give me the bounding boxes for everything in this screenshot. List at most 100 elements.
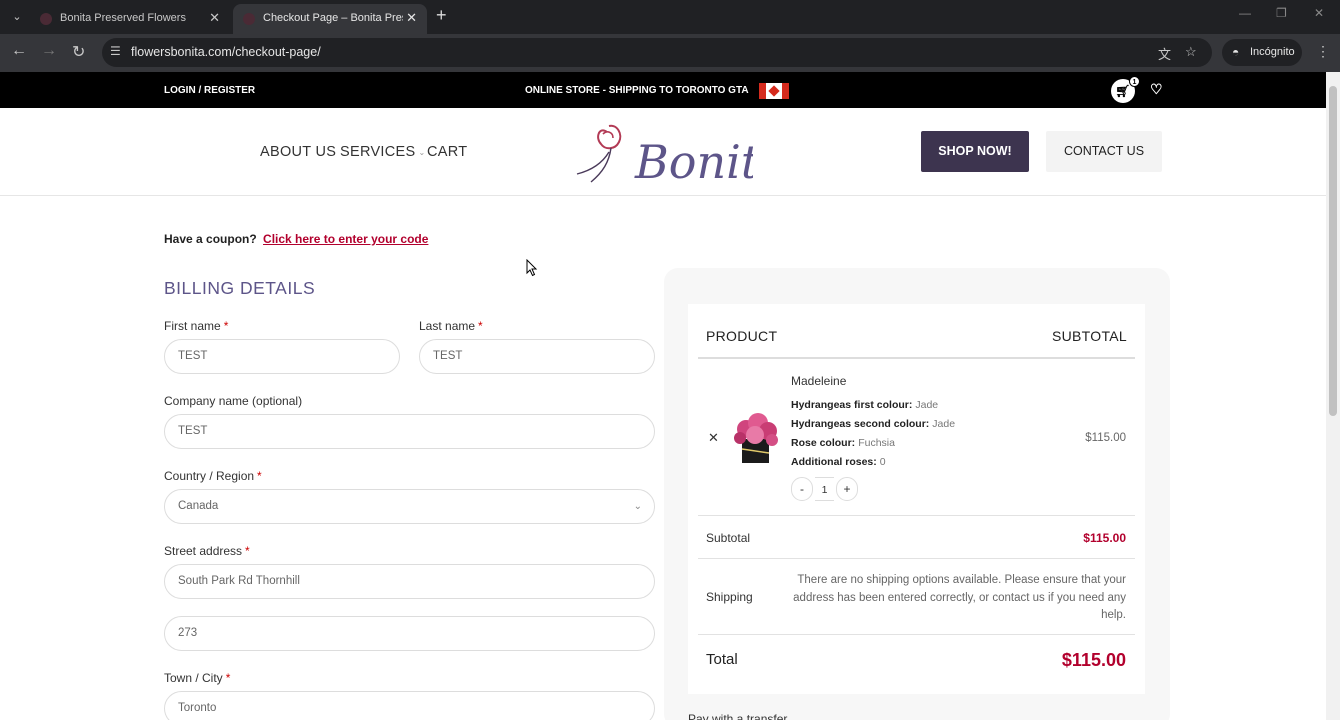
coupon-notice: Have a coupon? Click here to enter your … bbox=[164, 232, 428, 246]
country-label: Country / Region * bbox=[164, 469, 262, 483]
page-scrollbar[interactable] bbox=[1326, 72, 1340, 720]
payment-method-label: Pay with a transfer bbox=[688, 712, 788, 720]
city-label: Town / City * bbox=[164, 671, 230, 685]
incognito-icon: ◓ bbox=[1232, 45, 1240, 59]
logo-wordmark: Bonita bbox=[634, 135, 753, 189]
tab-checkout[interactable]: Checkout Page – Bonita Preserved Flowers… bbox=[233, 4, 427, 34]
translate-icon[interactable]: 文 bbox=[1158, 44, 1171, 63]
quantity-input[interactable]: 1 bbox=[815, 477, 834, 501]
browser-tab-bar: ⌄ Bonita Preserved Flowers ✕ Checkout Pa… bbox=[0, 0, 1340, 34]
window-close-icon[interactable]: ✕ bbox=[1314, 6, 1324, 20]
tab-title: Checkout Page – Bonita Preserved Flowers bbox=[263, 12, 403, 24]
product-attribute: Hydrangeas second colour: Jade bbox=[791, 418, 956, 430]
shipping-promo-text: ONLINE STORE - SHIPPING TO TORONTO GTA bbox=[525, 85, 749, 96]
billing-heading: BILLING DETAILS bbox=[164, 278, 316, 298]
product-name[interactable]: Madeleine bbox=[791, 374, 846, 388]
city-label-text: Town / City bbox=[164, 671, 223, 685]
required-marker: * bbox=[257, 469, 262, 483]
country-label-text: Country / Region bbox=[164, 469, 255, 483]
minimize-icon[interactable]: — bbox=[1239, 6, 1251, 20]
shop-now-button[interactable]: SHOP NOW! bbox=[921, 131, 1029, 172]
total-label: Total bbox=[706, 651, 738, 668]
country-select[interactable]: Canada ⌄ bbox=[164, 489, 655, 524]
street-label-text: Street address bbox=[164, 544, 243, 558]
restore-icon[interactable]: ❐ bbox=[1276, 6, 1287, 20]
city-input[interactable]: Toronto bbox=[164, 691, 655, 720]
incognito-indicator[interactable]: ◓ Incógnito bbox=[1222, 39, 1302, 66]
new-tab-icon[interactable]: + bbox=[436, 5, 447, 26]
coupon-prompt: Have a coupon? bbox=[164, 232, 257, 246]
close-tab-icon[interactable]: ✕ bbox=[209, 4, 220, 32]
line-item-price: $115.00 bbox=[1085, 432, 1126, 444]
tab-search-icon[interactable]: ⌄ bbox=[6, 7, 28, 27]
shipping-message: There are no shipping options available.… bbox=[793, 574, 1126, 621]
canada-flag-icon bbox=[759, 83, 789, 99]
required-marker: * bbox=[478, 319, 483, 333]
quantity-stepper: - 1 + bbox=[791, 476, 858, 503]
product-attribute: Additional roses: 0 bbox=[791, 456, 886, 468]
chevron-down-icon: ⌄ bbox=[418, 147, 426, 157]
page-viewport: LOGIN / REGISTER ONLINE STORE - SHIPPING… bbox=[0, 72, 1326, 720]
close-tab-icon[interactable]: ✕ bbox=[406, 4, 417, 32]
subtotal-value: $115.00 bbox=[1083, 531, 1126, 545]
url-text: flowersbonita.com/checkout-page/ bbox=[131, 45, 321, 59]
street-address-2-input[interactable]: 273 bbox=[164, 616, 655, 651]
reload-icon[interactable]: ↻ bbox=[72, 42, 85, 62]
first-name-input[interactable]: TEST bbox=[164, 339, 400, 374]
scrollbar-thumb[interactable] bbox=[1329, 86, 1337, 416]
subtotal-label: Subtotal bbox=[706, 531, 751, 545]
site-top-bar: LOGIN / REGISTER ONLINE STORE - SHIPPING… bbox=[0, 72, 1326, 108]
product-attribute: Hydrangeas first colour: Jade bbox=[791, 399, 939, 411]
back-icon[interactable]: ← bbox=[11, 42, 27, 60]
nav-about-us[interactable]: ABOUT US bbox=[260, 144, 336, 160]
tab-bonita-home[interactable]: Bonita Preserved Flowers ✕ bbox=[30, 4, 230, 34]
street-label: Street address * bbox=[164, 544, 250, 558]
favicon-icon bbox=[40, 13, 52, 25]
cart-count-badge: 1 bbox=[1129, 76, 1140, 87]
divider bbox=[698, 634, 1135, 635]
total-value: $115.00 bbox=[1061, 650, 1126, 670]
coupon-link[interactable]: Click here to enter your code bbox=[263, 232, 428, 246]
required-marker: * bbox=[225, 671, 231, 685]
company-input[interactable]: TEST bbox=[164, 414, 655, 449]
last-name-label: Last name * bbox=[419, 319, 483, 333]
nav-cart[interactable]: CART bbox=[427, 144, 467, 160]
country-value: Canada bbox=[178, 500, 219, 512]
divider bbox=[698, 357, 1135, 359]
required-marker: * bbox=[245, 544, 250, 558]
last-name-input[interactable]: TEST bbox=[419, 339, 655, 374]
product-column-header: PRODUCT bbox=[706, 328, 778, 344]
product-attribute: Rose colour: Fuchsia bbox=[791, 437, 895, 449]
quantity-increase-button[interactable]: + bbox=[836, 477, 858, 501]
first-name-label: First name * bbox=[164, 319, 228, 333]
street-address-input[interactable]: South Park Rd Thornhill bbox=[164, 564, 655, 599]
divider bbox=[698, 558, 1135, 559]
site-info-icon[interactable]: ☰ bbox=[110, 44, 121, 58]
wishlist-heart-icon[interactable]: ♡ bbox=[1150, 81, 1163, 98]
login-register-link[interactable]: LOGIN / REGISTER bbox=[164, 85, 255, 96]
company-label: Company name (optional) bbox=[164, 394, 303, 408]
nav-services-label: SERVICES bbox=[340, 144, 416, 160]
remove-item-icon[interactable]: ✕ bbox=[708, 430, 719, 446]
chevron-down-icon: ⌄ bbox=[633, 501, 642, 512]
forward-icon[interactable]: → bbox=[41, 42, 57, 60]
tab-title: Bonita Preserved Flowers bbox=[60, 12, 186, 24]
incognito-label: Incógnito bbox=[1250, 46, 1295, 58]
address-bar[interactable]: ☰ flowersbonita.com/checkout-page/ 文 ☆ bbox=[102, 38, 1212, 67]
product-thumbnail[interactable] bbox=[728, 409, 783, 465]
quantity-decrease-button[interactable]: - bbox=[791, 477, 813, 501]
site-header: ABOUT US SERVICES⌄ CART Bonita SHOP NOW!… bbox=[0, 108, 1326, 196]
required-marker: * bbox=[223, 319, 229, 333]
bonita-logo[interactable]: Bonita bbox=[573, 112, 787, 196]
order-review-table: PRODUCT SUBTOTAL ✕ Madeleine Hydrangeas … bbox=[688, 304, 1145, 694]
mouse-cursor-icon bbox=[526, 259, 538, 277]
first-name-label-text: First name bbox=[164, 319, 221, 333]
browser-menu-icon[interactable]: ⋮ bbox=[1316, 43, 1330, 60]
shipping-label: Shipping bbox=[706, 590, 753, 604]
contact-us-button[interactable]: CONTACT US bbox=[1046, 131, 1162, 172]
favicon-icon bbox=[243, 13, 255, 25]
nav-services[interactable]: SERVICES ⌄ bbox=[340, 144, 425, 160]
subtotal-column-header: SUBTOTAL bbox=[1051, 328, 1127, 344]
last-name-label-text: Last name bbox=[419, 319, 476, 333]
bookmark-star-icon[interactable]: ☆ bbox=[1185, 44, 1197, 60]
